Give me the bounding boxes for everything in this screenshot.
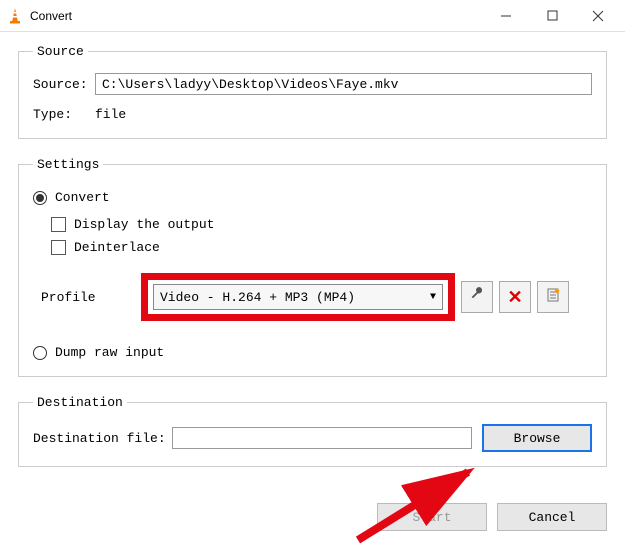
wrench-icon xyxy=(469,287,485,308)
profile-selected: Video - H.264 + MP3 (MP4) xyxy=(160,290,355,305)
checkbox-icon xyxy=(51,217,66,232)
window-title: Convert xyxy=(30,9,483,23)
minimize-button[interactable] xyxy=(483,0,529,32)
delete-profile-button[interactable]: ✕ xyxy=(499,281,531,313)
new-document-icon xyxy=(545,287,561,308)
delete-x-icon: ✕ xyxy=(507,287,522,308)
vlc-cone-icon xyxy=(6,7,24,25)
radio-icon xyxy=(33,191,47,205)
settings-legend: Settings xyxy=(33,157,103,172)
deinterlace-checkbox[interactable]: Deinterlace xyxy=(51,240,592,255)
dump-raw-label: Dump raw input xyxy=(55,345,164,360)
window-controls xyxy=(483,0,621,32)
radio-icon xyxy=(33,346,47,360)
source-legend: Source xyxy=(33,44,88,59)
destination-file-input[interactable] xyxy=(172,427,472,449)
type-value: file xyxy=(95,105,126,124)
chevron-down-icon: ▼ xyxy=(430,292,436,303)
destination-group: Destination Destination file: Browse xyxy=(18,395,607,467)
display-output-label: Display the output xyxy=(74,217,214,232)
new-profile-button[interactable] xyxy=(537,281,569,313)
maximize-button[interactable] xyxy=(529,0,575,32)
browse-button[interactable]: Browse xyxy=(482,424,592,452)
checkbox-icon xyxy=(51,240,66,255)
settings-group: Settings Convert Display the output Dein… xyxy=(18,157,607,377)
convert-radio-label: Convert xyxy=(55,190,110,205)
profile-highlight-annotation: Video - H.264 + MP3 (MP4) ▼ xyxy=(141,273,455,321)
destination-legend: Destination xyxy=(33,395,127,410)
profile-label: Profile xyxy=(41,290,141,305)
titlebar: Convert xyxy=(0,0,625,32)
source-input[interactable] xyxy=(95,73,592,95)
close-button[interactable] xyxy=(575,0,621,32)
source-group: Source Source: Type: file xyxy=(18,44,607,139)
profile-dropdown[interactable]: Video - H.264 + MP3 (MP4) ▼ xyxy=(153,284,443,310)
edit-profile-button[interactable] xyxy=(461,281,493,313)
cancel-button[interactable]: Cancel xyxy=(497,503,607,531)
display-output-checkbox[interactable]: Display the output xyxy=(51,217,592,232)
dump-raw-radio[interactable]: Dump raw input xyxy=(33,345,592,360)
deinterlace-label: Deinterlace xyxy=(74,240,160,255)
start-button[interactable]: Start xyxy=(377,503,487,531)
convert-radio[interactable]: Convert xyxy=(33,190,592,205)
destination-file-label: Destination file: xyxy=(33,431,166,446)
type-label: Type: xyxy=(33,107,95,122)
source-label: Source: xyxy=(33,77,95,92)
footer-buttons: Start Cancel xyxy=(0,497,625,531)
